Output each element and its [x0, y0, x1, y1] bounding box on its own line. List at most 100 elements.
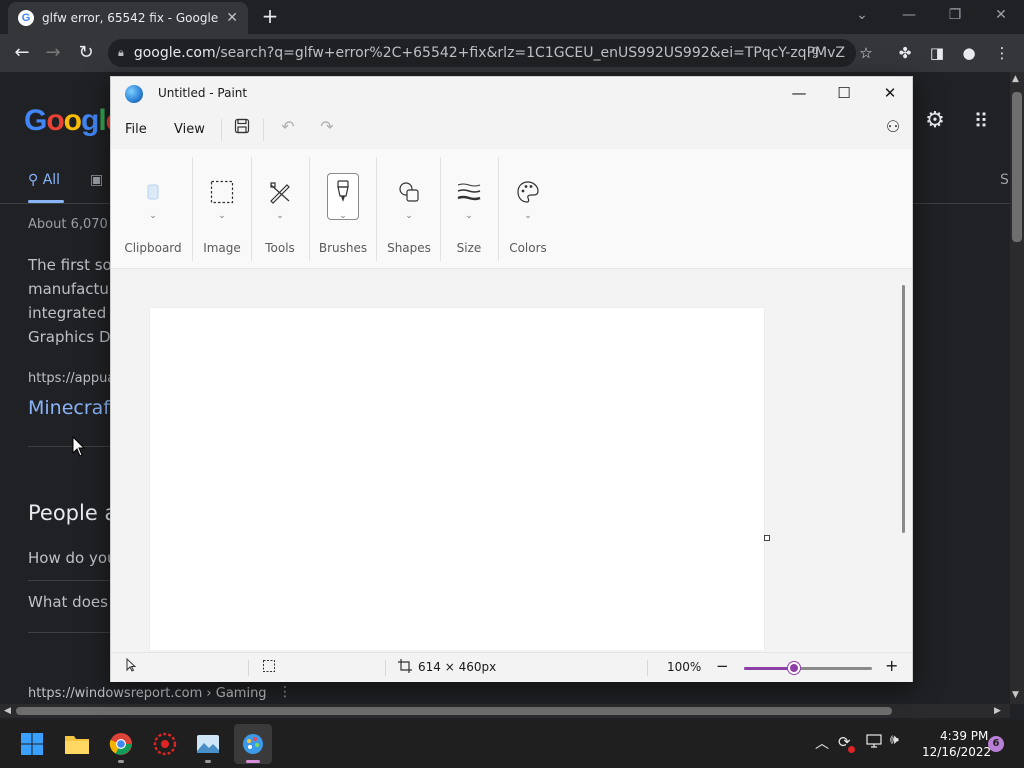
menu-divider: [221, 119, 222, 141]
tab-search-icon[interactable]: ⌄: [848, 4, 876, 26]
scroll-right-arrow-icon[interactable]: ▶: [994, 706, 1001, 716]
horizontal-scroll-thumb[interactable]: [16, 707, 892, 715]
bookmark-star-icon[interactable]: ☆: [854, 41, 878, 65]
paint-icon: [243, 734, 263, 754]
ribbon-divider: [498, 157, 499, 261]
canvas-size-icon: [398, 659, 412, 676]
canvas-vertical-scrollbar[interactable]: [902, 285, 905, 533]
save-icon[interactable]: [230, 117, 254, 141]
paint-close-button[interactable]: ✕: [868, 81, 912, 105]
volume-icon[interactable]: 🕪︎: [890, 732, 899, 748]
tab-all-label: All: [42, 172, 61, 188]
result-url[interactable]: https://windowsreport.com › Gaming: [28, 686, 267, 701]
search-tab-images-icon[interactable]: ▣: [90, 172, 103, 188]
featured-snippet-line: manufactur: [28, 280, 116, 298]
paa-question[interactable]: How do you: [28, 549, 117, 567]
logo-letter: l: [98, 104, 106, 137]
clipboard-icon: [136, 175, 170, 209]
browser-minimize-button[interactable]: —: [895, 4, 923, 26]
ribbon-divider: [376, 157, 377, 261]
browser-close-button[interactable]: ✕: [987, 4, 1015, 26]
google-logo[interactable]: Google: [24, 104, 122, 138]
drawing-canvas[interactable]: [150, 308, 764, 650]
scroll-down-arrow-icon[interactable]: ▼: [1012, 690, 1019, 700]
google-apps-grid-icon[interactable]: ⠿: [968, 108, 994, 134]
profile-avatar-icon[interactable]: ●: [957, 41, 981, 65]
chevron-down-icon: ⌄: [276, 211, 284, 221]
account-settings-icon[interactable]: ⚇: [881, 115, 905, 139]
redo-icon[interactable]: ↷: [315, 115, 339, 139]
chrome-taskbar-button[interactable]: [103, 726, 139, 762]
ribbon-divider: [251, 157, 252, 261]
clock-time[interactable]: 4:39 PM: [940, 729, 988, 743]
scroll-left-arrow-icon[interactable]: ◀: [4, 706, 11, 716]
result-more-options-icon[interactable]: ⋮: [278, 684, 292, 700]
image-label: Image: [203, 241, 241, 255]
new-tab-button[interactable]: +: [258, 5, 282, 29]
brushes-group[interactable]: ⌄ Brushes: [315, 149, 371, 269]
line-size-icon: [452, 175, 486, 209]
chrome-menu-icon[interactable]: ⋮: [990, 41, 1014, 65]
paa-divider: [28, 632, 110, 633]
side-panel-icon[interactable]: ◨: [925, 41, 949, 65]
view-menu[interactable]: View: [174, 122, 205, 137]
result-divider: [28, 446, 110, 447]
colors-group[interactable]: ⌄ Colors: [503, 149, 553, 269]
chevron-down-icon: ⌄: [405, 211, 413, 221]
clipboard-group[interactable]: ⌄ Clipboard: [119, 149, 187, 269]
size-group[interactable]: ⌄ Size: [444, 149, 494, 269]
browser-tab-title: glfw error, 65542 fix - Google Se: [42, 11, 221, 25]
address-bar[interactable]: 🔒︎ google.com/search?q=glfw+error%2C+655…: [108, 39, 856, 67]
image-group[interactable]: ⌄ Image: [197, 149, 247, 269]
running-indicator: [118, 760, 124, 763]
back-button[interactable]: ←: [9, 40, 35, 66]
windows-logo-icon: [21, 733, 43, 755]
featured-snippet-line: Graphics Dr: [28, 328, 117, 346]
featured-snippet-line: integrated G: [28, 304, 123, 322]
snippet-source-url[interactable]: https://appua: [28, 371, 115, 386]
size-label: Size: [456, 241, 482, 255]
zoom-in-button[interactable]: +: [885, 656, 898, 675]
photos-taskbar-button[interactable]: [190, 726, 226, 762]
running-indicator: [205, 760, 211, 763]
extensions-puzzle-icon[interactable]: ✤: [893, 41, 917, 65]
logo-letter: o: [63, 104, 82, 137]
shapes-group[interactable]: ⌄ Shapes: [382, 149, 436, 269]
canvas-resize-handle[interactable]: [764, 535, 770, 541]
zoom-out-button[interactable]: −: [716, 657, 729, 675]
vertical-scroll-thumb[interactable]: [1012, 92, 1022, 242]
browser-restore-button[interactable]: ❐: [941, 4, 969, 26]
search-icon: ⚲: [28, 172, 43, 188]
reload-button[interactable]: ↻: [73, 40, 99, 66]
zoom-slider-thumb[interactable]: [788, 662, 800, 674]
paint-maximize-button[interactable]: ☐: [822, 81, 866, 105]
paint-minimize-button[interactable]: —: [777, 81, 821, 105]
search-tab-all[interactable]: ⚲ All: [28, 172, 60, 188]
browser-tab[interactable]: G glfw error, 65542 fix - Google Se ✕: [8, 2, 248, 34]
notification-count-badge[interactable]: 6: [988, 736, 1004, 752]
share-icon[interactable]: ⇪: [803, 41, 827, 65]
start-button[interactable]: [14, 726, 50, 762]
tools-group[interactable]: ⌄ Tools: [255, 149, 305, 269]
paa-question[interactable]: What does: [28, 593, 108, 611]
network-icon[interactable]: [866, 734, 882, 752]
paint-window: Untitled - Paint — ☐ ✕ File View ↶ ↷ ⚇ ⌄…: [110, 76, 913, 682]
zoom-percentage[interactable]: 100%: [667, 660, 701, 674]
search-tab-partial[interactable]: S: [1000, 172, 1009, 188]
paint-taskbar-button[interactable]: [235, 726, 271, 762]
ribbon-divider: [440, 157, 441, 261]
selection-size-icon: [262, 659, 276, 676]
clock-date[interactable]: 12/16/2022: [922, 745, 991, 759]
undo-icon[interactable]: ↶: [276, 115, 300, 139]
settings-gear-icon[interactable]: ⚙: [922, 108, 948, 134]
paint-app-icon: [125, 85, 143, 103]
show-hidden-icons-chevron-icon[interactable]: ︿: [815, 733, 829, 753]
red-app-taskbar-button[interactable]: [147, 726, 183, 762]
file-menu[interactable]: File: [125, 122, 147, 137]
file-explorer-taskbar-button[interactable]: [59, 726, 95, 762]
forward-button[interactable]: →: [40, 40, 66, 66]
close-tab-icon[interactable]: ✕: [226, 10, 238, 26]
scroll-up-arrow-icon[interactable]: ▲: [1012, 74, 1019, 84]
snippet-result-link[interactable]: Minecraft: [28, 397, 117, 419]
clipboard-label: Clipboard: [124, 241, 182, 255]
